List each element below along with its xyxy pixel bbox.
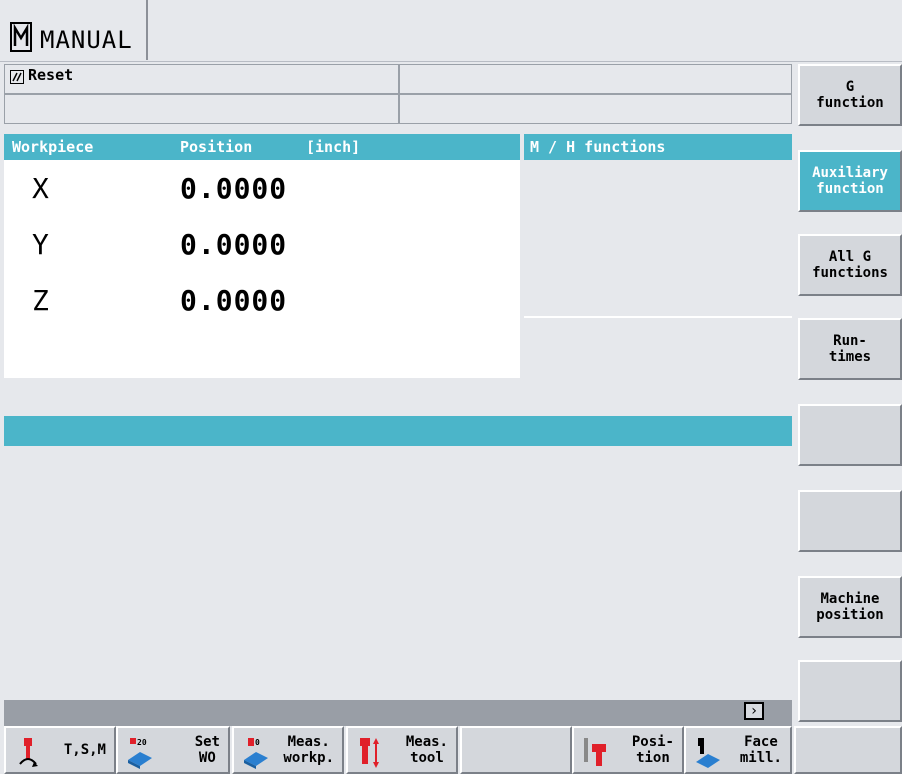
reset-label: Reset: [28, 66, 74, 84]
mh-functions-list: [524, 160, 792, 408]
status-cell-right: [399, 64, 792, 94]
axis-name-y: Y: [32, 228, 49, 261]
measure-workpiece-icon: 0: [242, 736, 270, 770]
axis-name-x: X: [32, 172, 49, 205]
status-cell-lower-right: [399, 94, 792, 124]
softkey-all-g-functions[interactable]: All G functions: [798, 234, 902, 296]
softkey-auxiliary-function[interactable]: Auxiliary function: [798, 150, 902, 212]
softkey-measure-tool-label: Meas. tool: [405, 734, 448, 766]
softkey-empty-8[interactable]: [798, 660, 902, 722]
softkey-measure-workpiece[interactable]: 0 Meas. workp.: [232, 726, 344, 774]
chevron-right-icon[interactable]: ›: [744, 702, 764, 720]
softkey-status-bar: [4, 700, 792, 726]
axis-value-z: 0.0000: [180, 284, 288, 317]
softkey-empty-bottom-8[interactable]: [794, 726, 902, 774]
axis-value-x: 0.0000: [180, 172, 288, 205]
softkey-face-milling-label: Face mill.: [739, 734, 782, 766]
axis-name-z: Z: [32, 284, 49, 317]
softkey-empty-6[interactable]: [798, 490, 902, 552]
svg-text:0: 0: [255, 738, 260, 747]
position-icon: [582, 736, 610, 770]
softkey-machine-position[interactable]: Machine position: [798, 576, 902, 638]
workpiece-title: Workpiece: [12, 138, 94, 156]
softkey-position[interactable]: Posi- tion: [572, 726, 684, 774]
position-label: Position: [180, 138, 253, 156]
workpiece-footer: [4, 378, 520, 408]
measure-tool-icon: [356, 736, 384, 770]
tool-spindle-icon: [14, 736, 42, 770]
svg-text:20: 20: [137, 738, 147, 747]
mh-divider: [524, 316, 792, 318]
softkey-measure-tool[interactable]: Meas. tool: [346, 726, 458, 774]
softkey-position-label: Posi- tion: [631, 734, 674, 766]
softkey-tsm[interactable]: T,S,M: [4, 726, 116, 774]
softkey-empty-bottom-5[interactable]: [460, 726, 572, 774]
mh-functions-title: M / H functions: [530, 138, 666, 156]
set-work-offset-icon: 20: [126, 736, 154, 770]
unit-label: [inch]: [306, 138, 361, 156]
softkey-empty-5[interactable]: [798, 404, 902, 466]
reset-icon: [10, 70, 24, 84]
manual-mode-icon: [10, 22, 32, 52]
face-milling-icon: [694, 736, 722, 770]
softkey-g-function[interactable]: G function: [798, 64, 902, 126]
lower-area: [4, 446, 792, 702]
softkey-measure-workpiece-label: Meas. workp.: [283, 734, 334, 766]
softkey-set-wo-label: Set WO: [194, 734, 220, 766]
message-band: [4, 416, 792, 446]
softkey-set-wo[interactable]: 20 Set WO: [116, 726, 230, 774]
mode-label: MANUAL: [40, 26, 133, 54]
softkey-run-times[interactable]: Run- times: [798, 318, 902, 380]
status-cell-lower-left: [4, 94, 399, 124]
axis-value-y: 0.0000: [180, 228, 288, 261]
softkey-face-milling[interactable]: Face mill.: [684, 726, 792, 774]
softkey-tsm-label: T,S,M: [63, 742, 106, 758]
